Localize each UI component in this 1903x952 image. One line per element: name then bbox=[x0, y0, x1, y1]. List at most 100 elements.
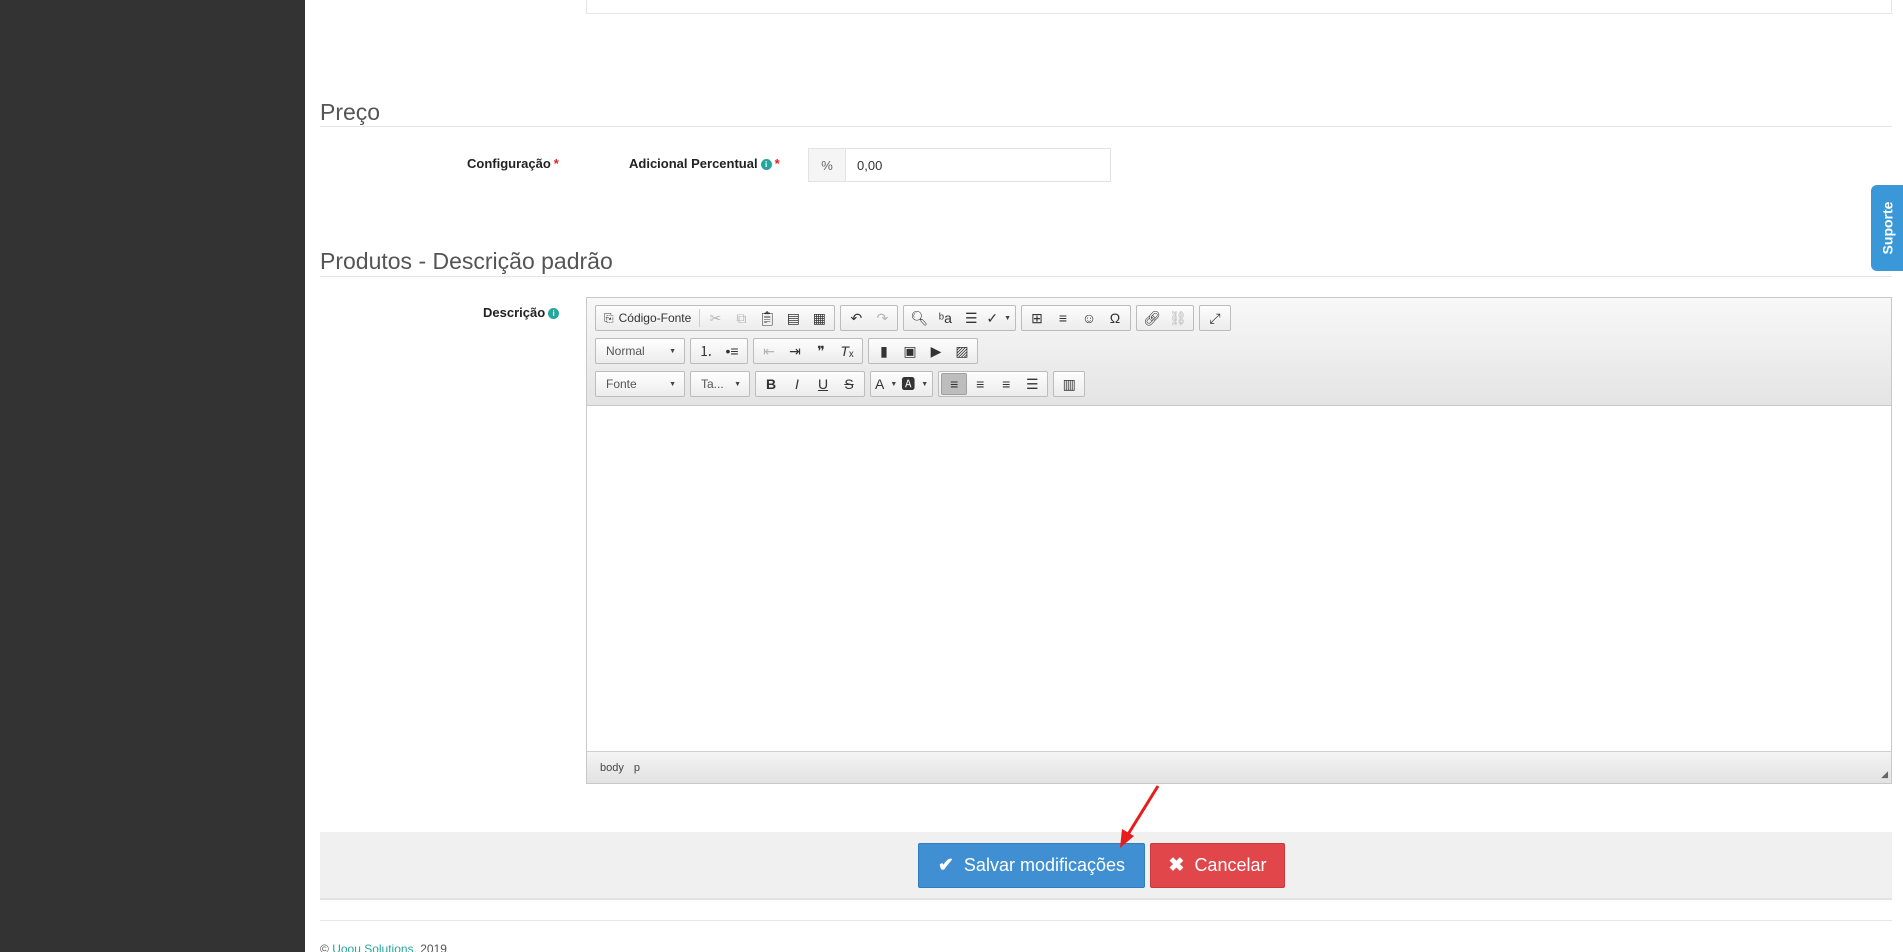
check-icon: ✔ bbox=[938, 855, 954, 876]
align-left-icon[interactable]: ≡ bbox=[941, 373, 968, 395]
cut-icon[interactable]: ✂ bbox=[702, 307, 728, 329]
percent-addon: % bbox=[809, 149, 846, 181]
video-icon[interactable]: ▮ bbox=[871, 340, 897, 362]
italic-icon[interactable]: I bbox=[784, 373, 810, 395]
footer-copyright: © Uoou Solutions, 2019 bbox=[320, 942, 447, 952]
path-body[interactable]: body bbox=[600, 762, 624, 774]
path-p[interactable]: p bbox=[634, 762, 640, 774]
spellcheck-icon[interactable]: ✓ ▼ bbox=[984, 307, 1013, 329]
format-select[interactable]: Normal ▼ bbox=[595, 338, 685, 364]
align-right-icon[interactable]: ≡ bbox=[993, 373, 1019, 395]
toolbar-row-3: Fonte ▼ Ta... ▼ B I U S A▼ 🅰︎▼ ≡ ≡ ≡ ☰ bbox=[595, 371, 1086, 397]
bulleted-list-icon[interactable]: •≡ bbox=[719, 340, 745, 362]
background-color-icon[interactable]: 🅰︎ ▼ bbox=[899, 373, 930, 395]
show-blocks-icon[interactable]: ▥ bbox=[1056, 373, 1082, 395]
section-divider bbox=[320, 126, 1892, 127]
indent-icon[interactable]: ⇥ bbox=[782, 340, 808, 362]
strikethrough-icon[interactable]: S bbox=[836, 373, 862, 395]
maximize-icon[interactable]: ⤢ bbox=[1202, 307, 1228, 329]
toolbar-group-find: 🔍︎ ᵇa ☰ ✓ ▼ bbox=[903, 305, 1016, 331]
resize-handle-icon[interactable]: ◢ bbox=[1881, 769, 1888, 780]
toolbar-group-lists: ⒈ •≡ bbox=[690, 338, 748, 364]
paste-icon[interactable]: 📋︎ bbox=[754, 307, 780, 329]
editor-toolbar: ⎘ Código-Fonte ✂ ⧉ 📋︎ ▤ ▦ ↶ ↷ 🔍︎ ᵇa ☰ ✓ ▼ bbox=[587, 298, 1891, 406]
unlink-icon[interactable]: ⛓ bbox=[1165, 307, 1191, 329]
support-tab-label: Suporte bbox=[1879, 201, 1896, 255]
source-code-label: Código-Fonte bbox=[618, 311, 692, 325]
toolbar-group-indent: ⇤ ⇥ ❞ Tₓ bbox=[753, 338, 863, 364]
toolbar-group-insert: ⊞ ≡ ☺ Ω bbox=[1021, 305, 1131, 331]
info-icon[interactable]: i bbox=[760, 159, 772, 170]
toolbar-group-document: ⎘ Código-Fonte ✂ ⧉ 📋︎ ▤ ▦ bbox=[595, 305, 836, 331]
left-sidebar bbox=[0, 0, 305, 952]
size-select-value: Ta... bbox=[701, 377, 724, 391]
descricao-label: Descrição i bbox=[483, 305, 560, 320]
align-center-icon[interactable]: ≡ bbox=[967, 373, 993, 395]
select-all-icon[interactable]: ☰ bbox=[958, 307, 984, 329]
toolbar-group-basic-styles: B I U S bbox=[755, 371, 865, 397]
redo-icon[interactable]: ↷ bbox=[869, 307, 895, 329]
toolbar-group-undo: ↶ ↷ bbox=[840, 305, 899, 331]
smiley-icon[interactable]: ☺ bbox=[1076, 307, 1102, 329]
form-actions-bar: ✔ Salvar modificações ✖ Cancelar bbox=[320, 832, 1892, 900]
special-char-icon[interactable]: Ω bbox=[1102, 307, 1128, 329]
footer-divider bbox=[320, 920, 1892, 921]
find-icon[interactable]: 🔍︎ bbox=[906, 307, 932, 329]
align-justify-icon[interactable]: ☰ bbox=[1019, 373, 1045, 395]
source-code-button[interactable]: ⎘ Código-Fonte bbox=[598, 307, 697, 329]
outdent-icon[interactable]: ⇤ bbox=[756, 340, 782, 362]
undo-icon[interactable]: ↶ bbox=[843, 307, 869, 329]
chevron-down-icon: ▼ bbox=[669, 347, 676, 355]
cancel-button[interactable]: ✖ Cancelar bbox=[1150, 843, 1285, 888]
section-title-preco: Preço bbox=[320, 99, 381, 125]
paste-text-icon[interactable]: ▤ bbox=[780, 307, 806, 329]
save-button[interactable]: ✔ Salvar modificações bbox=[918, 843, 1145, 888]
youtube-icon[interactable]: ▶ bbox=[923, 340, 949, 362]
editor-elements-path: body p ◢ bbox=[587, 751, 1891, 783]
info-icon[interactable]: i bbox=[548, 308, 560, 319]
toolbar-group-align: ≡ ≡ ≡ ☰ bbox=[938, 371, 1049, 397]
chevron-down-icon: ▼ bbox=[734, 380, 741, 388]
adicional-percentual-label: Adicional Percentual i * bbox=[629, 156, 780, 171]
close-icon: ✖ bbox=[1168, 855, 1185, 876]
blockquote-icon[interactable]: ❞ bbox=[808, 340, 834, 362]
underline-icon[interactable]: U bbox=[810, 373, 836, 395]
toolbar-separator bbox=[699, 309, 701, 327]
required-mark: * bbox=[774, 156, 780, 171]
previous-section-box bbox=[586, 0, 1892, 14]
font-select[interactable]: Fonte ▼ bbox=[595, 371, 685, 397]
required-mark: * bbox=[553, 156, 559, 171]
toolbar-group-view: ⤢ bbox=[1199, 305, 1231, 331]
copy-icon[interactable]: ⧉ bbox=[728, 307, 754, 329]
main-content: Preço Configuração * Adicional Percentual… bbox=[305, 0, 1903, 952]
link-icon[interactable]: 🔗︎ bbox=[1139, 307, 1165, 329]
descricao-label-text: Descrição bbox=[483, 305, 546, 320]
chevron-down-icon: ▼ bbox=[669, 380, 676, 388]
copyright-year: , 2019 bbox=[413, 942, 447, 952]
toolbar-group-link: 🔗︎ ⛓ bbox=[1136, 305, 1194, 331]
numbered-list-icon[interactable]: ⒈ bbox=[693, 340, 719, 362]
toolbar-group-colors: A ▼ 🅰︎ ▼ bbox=[870, 371, 934, 397]
source-code-icon: ⎘ bbox=[604, 310, 614, 325]
adicional-percentual-input-group: % bbox=[808, 148, 1111, 182]
section-title-produtos: Produtos - Descrição padrão bbox=[320, 248, 613, 274]
image-icon[interactable]: ▨ bbox=[949, 340, 975, 362]
copyright-symbol: © bbox=[320, 942, 329, 952]
editor-content-area[interactable] bbox=[587, 406, 1891, 753]
toolbar-row-1: ⎘ Código-Fonte ✂ ⧉ 📋︎ ▤ ▦ ↶ ↷ 🔍︎ ᵇa ☰ ✓ ▼ bbox=[595, 305, 1231, 331]
support-tab[interactable]: Suporte bbox=[1871, 185, 1903, 271]
text-color-icon[interactable]: A ▼ bbox=[873, 373, 899, 395]
insert-template-icon[interactable]: ▣ bbox=[897, 340, 923, 362]
bold-icon[interactable]: B bbox=[758, 373, 784, 395]
size-select[interactable]: Ta... ▼ bbox=[690, 371, 750, 397]
rich-text-editor: ⎘ Código-Fonte ✂ ⧉ 📋︎ ▤ ▦ ↶ ↷ 🔍︎ ᵇa ☰ ✓ ▼ bbox=[586, 297, 1892, 784]
toolbar-row-2: Normal ▼ ⒈ •≡ ⇤ ⇥ ❞ Tₓ ▮ ▣ ▶ ▨ bbox=[595, 338, 978, 364]
horizontal-line-icon[interactable]: ≡ bbox=[1050, 307, 1076, 329]
company-link[interactable]: Uoou Solutions bbox=[332, 942, 413, 952]
adicional-percentual-input[interactable] bbox=[846, 149, 1110, 181]
paste-word-icon[interactable]: ▦ bbox=[806, 307, 832, 329]
remove-format-icon[interactable]: Tₓ bbox=[834, 340, 860, 362]
replace-icon[interactable]: ᵇa bbox=[932, 307, 958, 329]
table-icon[interactable]: ⊞ bbox=[1024, 307, 1050, 329]
configuracao-label: Configuração * bbox=[467, 156, 559, 171]
